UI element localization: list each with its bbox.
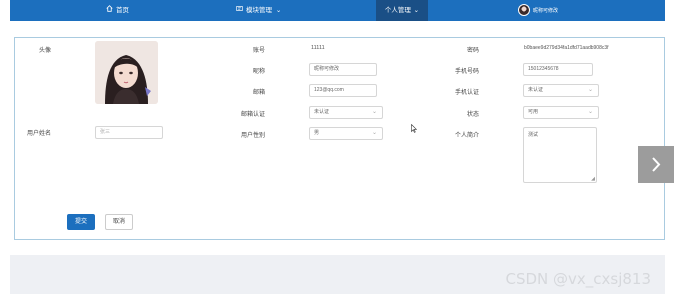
- password-label: 密码: [467, 48, 480, 54]
- chevron-down-icon: ⌄: [275, 7, 282, 15]
- home-icon: [106, 0, 113, 21]
- gender-value: 男: [314, 130, 320, 136]
- account-value: 11111: [311, 45, 325, 51]
- chevron-down-icon: ⌄: [587, 109, 593, 115]
- user-name: 昵称可修改: [533, 8, 559, 14]
- nav-home[interactable]: 首页: [106, 0, 129, 21]
- status-label: 状态: [467, 112, 480, 118]
- watermark: CSDN @vx_cxsj813: [505, 270, 651, 288]
- chevron-down-icon: ⌄: [587, 87, 593, 93]
- phone-verify-select[interactable]: 未认证 ⌄: [523, 84, 599, 97]
- email-verify-select[interactable]: 未认证 ⌄: [309, 106, 383, 119]
- profile-picture[interactable]: [95, 41, 158, 104]
- nav-personal-label: 个人管理: [384, 7, 411, 14]
- email-label: 邮箱: [253, 90, 266, 96]
- intro-label: 个人简介: [455, 133, 480, 139]
- gender-label: 用户性别: [241, 133, 266, 139]
- nickname-label: 昵称: [253, 69, 266, 75]
- top-nav-bar: 首页 模块管理 ⌄ 个人管理 ⌄ 昵称可修改: [10, 0, 665, 21]
- chevron-right-icon: [652, 157, 661, 172]
- chevron-down-icon: ⌄: [413, 7, 420, 14]
- chevron-down-icon: ⌄: [371, 109, 377, 115]
- phone-label: 手机号码: [455, 69, 480, 75]
- nav-modules-label: 模块管理: [246, 7, 272, 15]
- realname-label: 用户姓名: [27, 131, 52, 137]
- intro-value: 测试: [528, 132, 539, 138]
- status-value: 可用: [528, 109, 539, 115]
- module-icon: [236, 0, 243, 21]
- resize-handle-icon[interactable]: ◢: [591, 176, 595, 182]
- nav-modules[interactable]: 模块管理 ⌄: [236, 0, 281, 21]
- avatar-label: 头像: [39, 48, 52, 54]
- nickname-input[interactable]: 昵称可修改: [309, 63, 377, 76]
- status-select[interactable]: 可用 ⌄: [523, 106, 599, 119]
- phone-input[interactable]: 15012345678: [523, 63, 593, 76]
- cancel-button[interactable]: 取消: [105, 214, 133, 230]
- gender-select[interactable]: 男 ⌄: [309, 127, 383, 140]
- phone-verify-label: 手机认证: [455, 90, 480, 96]
- intro-textarea[interactable]: 测试 ◢: [523, 127, 597, 183]
- password-value: b0baee9d279d34fa1dfd71aadb908c3f: [524, 45, 609, 51]
- email-input[interactable]: 123@qq.com: [309, 84, 377, 97]
- email-verify-label: 邮箱认证: [241, 112, 266, 118]
- chevron-down-icon: ⌄: [371, 130, 377, 136]
- mouse-cursor-icon: [411, 124, 417, 133]
- realname-input[interactable]: 张三: [95, 126, 163, 139]
- profile-picture-image: [95, 41, 158, 104]
- page-bottom-area: CSDN @vx_cxsj813: [10, 255, 665, 294]
- account-label: 账号: [253, 48, 266, 54]
- nav-personal[interactable]: 个人管理 ⌄: [376, 0, 428, 21]
- submit-button[interactable]: 提交: [67, 214, 95, 230]
- avatar: [518, 4, 530, 17]
- phone-verify-value: 未认证: [528, 87, 544, 93]
- nav-user-menu[interactable]: 昵称可修改: [518, 0, 558, 21]
- profile-form-panel: 头像 用户姓名 张三 账号 11111 昵称 昵称可修改 邮箱 123@qq.c…: [14, 37, 665, 240]
- nav-home-label: 首页: [116, 7, 129, 15]
- email-verify-value: 未认证: [314, 109, 330, 115]
- next-slide-button[interactable]: [638, 146, 674, 183]
